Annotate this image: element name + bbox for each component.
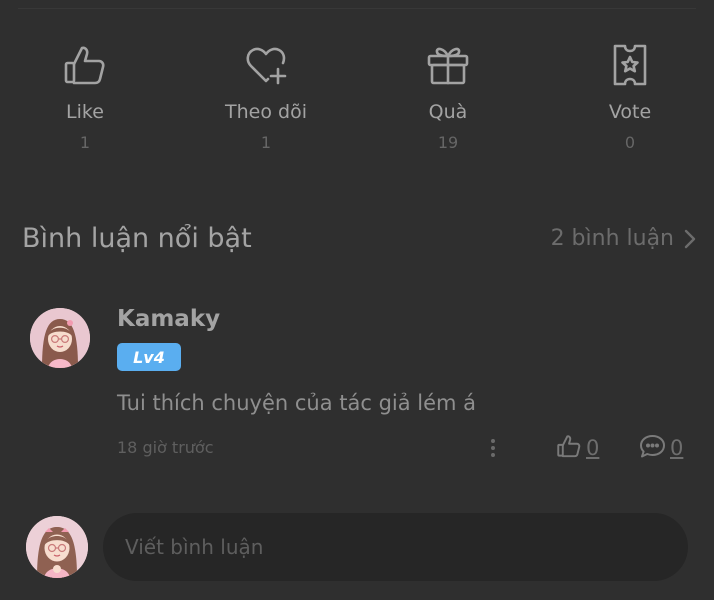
vote-action[interactable]: Vote 0 — [560, 42, 700, 153]
action-bar: Like 1 Theo dõi 1 Quà 19 Vote 0 — [0, 42, 714, 172]
vote-label: Vote — [608, 101, 652, 123]
divider — [18, 8, 696, 9]
thumbs-up-icon — [556, 433, 582, 463]
commenter-name[interactable]: Kamaky — [117, 303, 220, 335]
follow-count: 1 — [260, 133, 272, 152]
comment-panel: Like 1 Theo dõi 1 Quà 19 Vote 0 Bình luậ… — [0, 0, 714, 600]
level-badge: Lv4 — [117, 343, 181, 371]
section-title: Bình luận nổi bật — [22, 223, 252, 254]
like-count: 1 — [79, 133, 91, 152]
vote-count: 0 — [624, 133, 636, 152]
gift-action[interactable]: Quà 19 — [378, 42, 518, 153]
commenter-avatar[interactable] — [30, 308, 90, 368]
gift-label: Quà — [428, 101, 468, 123]
see-all-label: 2 bình luận — [550, 226, 674, 251]
comment-reply-count: 0 — [670, 436, 684, 460]
heart-plus-icon — [243, 42, 289, 88]
comment-text: Tui thích chuyện của tác giả lém á — [117, 391, 477, 415]
comment-timestamp: 18 giờ trước — [117, 438, 214, 457]
more-vertical-icon — [491, 439, 495, 457]
comment-reply-button[interactable]: 0 — [639, 433, 683, 463]
follow-action[interactable]: Theo dõi 1 — [196, 42, 336, 153]
more-options-button[interactable] — [486, 436, 500, 460]
current-user-avatar — [26, 516, 88, 578]
see-all-comments-link[interactable]: 2 bình luận — [551, 224, 700, 254]
vote-ticket-icon — [607, 42, 653, 88]
like-icon — [62, 42, 108, 88]
follow-label: Theo dõi — [225, 101, 307, 123]
chevron-right-icon — [684, 229, 700, 249]
comment-like-count: 0 — [586, 436, 600, 460]
gift-count: 19 — [437, 133, 459, 152]
comment-input[interactable] — [103, 513, 688, 581]
like-action[interactable]: Like 1 — [15, 42, 155, 153]
like-label: Like — [66, 101, 104, 123]
chat-bubble-icon — [639, 433, 666, 463]
comment-like-button[interactable]: 0 — [556, 433, 599, 463]
gift-icon — [425, 42, 471, 88]
